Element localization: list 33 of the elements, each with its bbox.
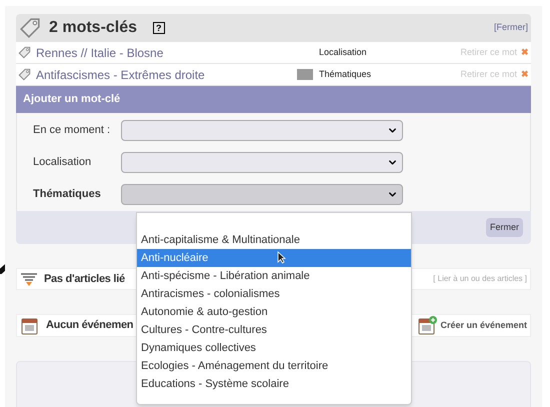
close-link[interactable]: [Fermer] — [494, 21, 528, 35]
keyword-group: Thématiques — [319, 68, 437, 82]
dropdown-option[interactable]: Ecologies - Aménagement du territoire — [137, 357, 411, 375]
field-label: En ce moment : — [32, 123, 112, 138]
dropdown-option[interactable]: Antiracismes - colonialismes — [137, 285, 411, 303]
articles-title: Pas d'articles lié — [44, 272, 125, 287]
add-form-title: Ajouter un mot-clé — [23, 92, 120, 108]
select-field[interactable] — [121, 184, 403, 205]
image-thumbnail — [296, 69, 312, 80]
keywords-title: 2 mots-clés — [49, 18, 138, 38]
dropdown-option[interactable]: Dynamiques collectives — [137, 339, 411, 357]
create-event-link[interactable]: Créer un événement — [417, 316, 527, 336]
help-icon[interactable]: ? — [153, 22, 165, 34]
select-field[interactable] — [121, 120, 403, 141]
events-title: Aucun événemen — [46, 318, 134, 334]
remove-icon: ✖ — [521, 68, 529, 82]
keyword-link[interactable]: Antifascismes - Extrêmes droite — [36, 66, 294, 84]
field-label: Localisation — [32, 155, 92, 170]
keyword-link[interactable]: Rennes // Italie - Blosne — [36, 44, 294, 62]
close-button[interactable]: Fermer — [486, 218, 523, 238]
dropdown-list[interactable] — [136, 212, 412, 405]
dropdown-option[interactable]: Anti-spécisme - Libération animale — [137, 267, 411, 285]
tag-icon — [19, 17, 41, 39]
remove-icon: ✖ — [521, 46, 529, 60]
keyword-group: Localisation — [319, 46, 437, 60]
field-label: Thématiques — [32, 187, 102, 202]
dropdown-option[interactable]: Anti-capitalisme & Multinationale — [137, 231, 411, 249]
select-field[interactable] — [121, 152, 403, 173]
dropdown-option[interactable]: Cultures - Contre-cultures — [137, 321, 411, 339]
dropdown-option[interactable]: Educations - Système scolaire — [137, 375, 411, 393]
dropdown-option[interactable]: Anti-nucléaire — [137, 249, 411, 267]
dropdown-option[interactable]: Autonomie & auto-gestion — [137, 303, 411, 321]
mouse-cursor-icon — [277, 251, 286, 264]
